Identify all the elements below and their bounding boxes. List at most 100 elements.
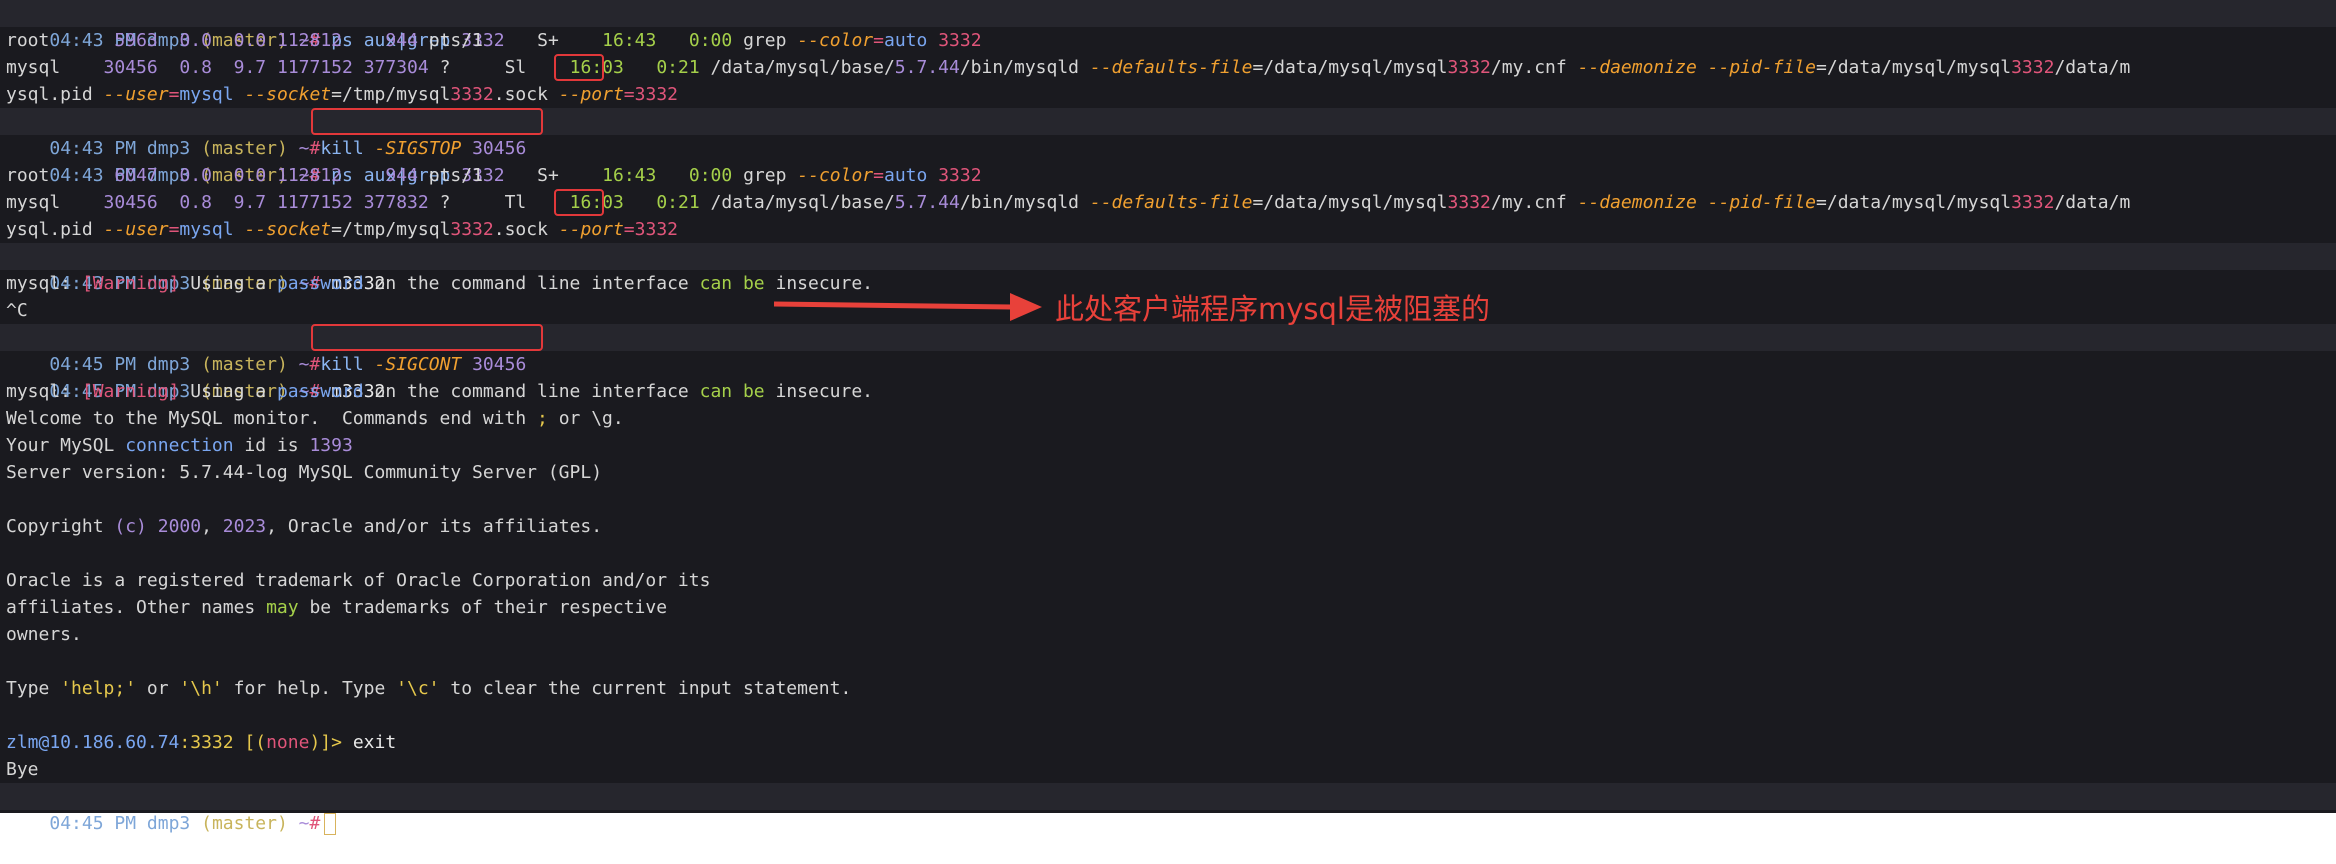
help-text: Type <box>6 678 61 699</box>
mysql-prompt-bracket: )]> <box>309 732 353 753</box>
connection-text: id is <box>233 435 310 456</box>
connection-id: 1393 <box>309 435 353 456</box>
warning-tag: [Warning] <box>81 273 180 294</box>
ps-vsz: 112812 <box>277 165 343 186</box>
highlight-box-stat-sl <box>554 54 604 81</box>
ps-port: 3332 <box>450 219 494 240</box>
terminal-window[interactable]: 04:43 PM dmp3 (master) ~# ps aux|grep 33… <box>0 0 2336 835</box>
ps-start: 16:43 <box>602 165 657 186</box>
warning-keyword: can be <box>699 381 765 402</box>
ps-port: 3332 <box>450 84 494 105</box>
ps-vsz: 1177152 <box>276 57 353 78</box>
ps-path: =/data/mysql/mysql <box>1252 192 1448 213</box>
connection-keyword: connection <box>125 435 234 456</box>
prompt-host: dmp3 <box>146 813 191 834</box>
ps-pid: 5963 <box>114 30 158 51</box>
trademark-text: owners. <box>6 624 82 645</box>
prompt-line: 04:45 PM dmp3 (master) ~# m3332 <box>0 351 2336 402</box>
ps-option: --daemonize <box>1577 57 1697 78</box>
trademark-text: affiliates. Other names <box>6 597 267 618</box>
copyright-text: Copyright <box>6 516 115 537</box>
copyright-year: 2023 <box>222 516 267 537</box>
ps-rss: 944 <box>385 30 418 51</box>
mysql-prompt-db: none <box>266 732 310 753</box>
ps-row-continuation: ysql.pid --user=mysql --socket=/tmp/mysq… <box>6 84 678 105</box>
ps-path: /data/mysql/base/ <box>710 57 895 78</box>
warning-prefix: mysql: <box>6 273 82 294</box>
help-text: to clear the current input statement. <box>439 678 852 699</box>
help-line: Type 'help;' or '\h' for help. Type '\c'… <box>0 675 2336 702</box>
warning-text: insecure. <box>764 273 874 294</box>
ps-option: --daemonize <box>1577 192 1697 213</box>
ps-rss: 377304 <box>363 57 429 78</box>
ps-stat: Tl <box>504 192 527 213</box>
ps-pid: 6047 <box>114 165 158 186</box>
ps-value: mysql <box>179 84 234 105</box>
ps-option: --color <box>797 165 874 186</box>
ps-user: mysql <box>6 57 61 78</box>
ps-path: /bin/mysqld <box>959 57 1080 78</box>
prompt-line: 04:43 PM dmp3 (master) ~# ps aux|grep 33… <box>0 135 2336 186</box>
ps-path: =/data/mysql/mysql <box>1816 192 2012 213</box>
ps-time: 0:21 <box>656 192 700 213</box>
ps-pid: 30456 <box>103 57 158 78</box>
prompt-time: 04:45 PM <box>49 813 137 834</box>
ps-row-mysqld: mysql 30456 0.8 9.7 1177152 377304 ? Sl … <box>0 54 2336 81</box>
ps-rss: 944 <box>385 165 418 186</box>
copyright-symbol: (c) <box>114 516 147 537</box>
ps-equals: = <box>873 30 884 51</box>
connection-text: Your MySQL <box>6 435 126 456</box>
ps-start: 16:43 <box>602 30 657 51</box>
help-text: for help. Type <box>222 678 397 699</box>
mysql-prompt-bracket: [( <box>233 732 267 753</box>
ps-mem: 0.0 <box>233 30 267 51</box>
ps-path: ysql.pid <box>6 219 93 240</box>
prompt-branch: (master) <box>201 813 288 834</box>
server-version-text: Server version: 5.7.44-log MySQL Communi… <box>6 462 603 483</box>
ps-mem: 9.7 <box>233 192 267 213</box>
ps-row-root: root 5963 0.0 0.0 112812 944 pts/1 S+ 16… <box>0 27 2336 54</box>
ps-vsz: 112812 <box>277 30 343 51</box>
ps-row-root: root 6047 0.0 0.0 112812 944 pts/1 S+ 16… <box>0 162 2336 189</box>
bye-line: Bye <box>0 756 2336 783</box>
ps-value: auto <box>883 30 928 51</box>
ps-path: /bin/mysqld <box>959 192 1080 213</box>
ps-path: =/data/mysql/mysql <box>1252 57 1448 78</box>
ps-port: 3332 <box>2011 57 2055 78</box>
ps-path: =/tmp/mysql <box>331 84 451 105</box>
ps-version: 5.7.44 <box>894 57 960 78</box>
ps-cpu: 0.0 <box>179 165 212 186</box>
ps-tty: pts/1 <box>428 165 483 186</box>
help-text: or <box>136 678 180 699</box>
ps-option: --color <box>797 30 874 51</box>
prompt-line: 04:45 PM dmp3 (master) ~# <box>0 783 2336 835</box>
trademark-keyword: may <box>266 597 299 618</box>
warning-text: insecure. <box>764 381 874 402</box>
warning-keyword: can be <box>699 273 765 294</box>
ps-path: =/tmp/mysql <box>331 219 451 240</box>
ps-stat: S+ <box>537 30 559 51</box>
server-version-line: Server version: 5.7.44-log MySQL Communi… <box>0 459 2336 486</box>
ps-user: root <box>6 165 50 186</box>
interrupt-text: ^C <box>6 300 28 321</box>
ps-pid: 30456 <box>103 192 158 213</box>
ps-tty: pts/1 <box>428 30 483 51</box>
ps-cpu: 0.8 <box>179 57 212 78</box>
trademark-text: be trademarks of their respective <box>298 597 668 618</box>
copyright-line: Copyright (c) 2000, 2023, Oracle and/or … <box>0 513 2336 540</box>
ps-stat: Sl <box>504 57 527 78</box>
terminal-cursor[interactable] <box>324 813 337 835</box>
ps-path: /data/m <box>2054 192 2131 213</box>
help-string: '\h' <box>179 678 223 699</box>
ps-value: auto <box>883 165 928 186</box>
ps-arg: 3332 <box>938 165 982 186</box>
welcome-text: Welcome to the MySQL monitor. Commands e… <box>6 408 538 429</box>
trademark-text: Oracle is a registered trademark of Orac… <box>6 570 711 591</box>
ps-path: /data/mysql/base/ <box>710 192 895 213</box>
annotation-text: 此处客户端程序mysql是被阻塞的 <box>1055 292 1490 326</box>
trademark-line: owners. <box>0 621 2336 648</box>
ps-path: /data/m <box>2054 57 2131 78</box>
ps-rss: 377832 <box>363 192 429 213</box>
welcome-text: or \g. <box>547 408 624 429</box>
ps-cpu: 0.8 <box>179 192 212 213</box>
